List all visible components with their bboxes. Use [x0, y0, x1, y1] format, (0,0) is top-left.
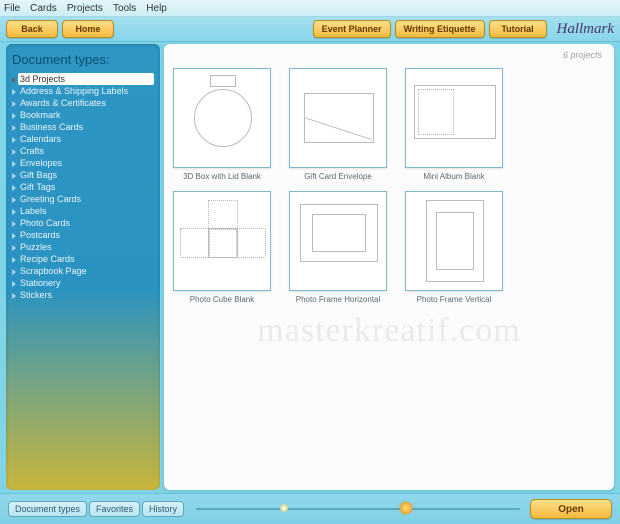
content-panel: 6 projects 3D Box with Lid Blank Gift Car…	[164, 44, 614, 490]
sidebar-item[interactable]: 3d Projects	[18, 73, 154, 85]
sidebar-item[interactable]: Gift Tags	[18, 181, 154, 193]
project-tile[interactable]: Photo Cube Blank	[174, 191, 270, 304]
tab-document-types[interactable]: Document types	[8, 501, 87, 517]
sidebar-item[interactable]: Scrapbook Page	[18, 265, 154, 277]
project-tile[interactable]: Photo Frame Horizontal	[290, 191, 386, 304]
project-label: Gift Card Envelope	[304, 172, 372, 181]
tab-favorites[interactable]: Favorites	[89, 501, 140, 517]
sidebar-item[interactable]: Photo Cards	[18, 217, 154, 229]
project-thumbnail	[173, 68, 271, 168]
project-tile[interactable]: Gift Card Envelope	[290, 68, 386, 181]
project-label: Photo Frame Vertical	[417, 295, 492, 304]
sidebar-item[interactable]: Awards & Certificates	[18, 97, 154, 109]
brand-logo: Hallmark	[557, 21, 615, 38]
back-button[interactable]: Back	[6, 20, 58, 38]
sidebar-item[interactable]: Calendars	[18, 133, 154, 145]
watermark: masterkreatif.com	[164, 312, 614, 350]
sidebar-item[interactable]: Address & Shipping Labels	[18, 85, 154, 97]
sidebar: Document types: 3d ProjectsAddress & Shi…	[6, 44, 160, 490]
project-label: Mini Album Blank	[423, 172, 484, 181]
slider-track	[196, 508, 520, 510]
project-tile[interactable]: Photo Frame Vertical	[406, 191, 502, 304]
project-tile[interactable]: 3D Box with Lid Blank	[174, 68, 270, 181]
sidebar-item[interactable]: Gift Bags	[18, 169, 154, 181]
home-button[interactable]: Home	[62, 20, 114, 38]
project-label: Photo Cube Blank	[190, 295, 255, 304]
project-count: 6 projects	[563, 50, 602, 60]
menu-file[interactable]: File	[4, 3, 20, 14]
project-thumbnail	[405, 68, 503, 168]
tab-history[interactable]: History	[142, 501, 184, 517]
menu-tools[interactable]: Tools	[113, 3, 136, 14]
sidebar-item[interactable]: Labels	[18, 205, 154, 217]
menu-cards[interactable]: Cards	[30, 3, 57, 14]
toolbar: Back Home Event Planner Writing Etiquett…	[0, 17, 620, 42]
footer: Document types Favorites History Open	[0, 493, 620, 524]
sidebar-item[interactable]: Greeting Cards	[18, 193, 154, 205]
open-button[interactable]: Open	[530, 499, 612, 519]
sidebar-item[interactable]: Crafts	[18, 145, 154, 157]
sidebar-item[interactable]: Postcards	[18, 229, 154, 241]
tutorial-button[interactable]: Tutorial	[489, 20, 547, 38]
sidebar-title: Document types:	[12, 52, 154, 67]
project-label: Photo Frame Horizontal	[296, 295, 380, 304]
project-thumbnail	[289, 191, 387, 291]
event-planner-button[interactable]: Event Planner	[313, 20, 391, 38]
sidebar-item[interactable]: Envelopes	[18, 157, 154, 169]
sidebar-item[interactable]: Business Cards	[18, 121, 154, 133]
sidebar-item[interactable]: Stickers	[18, 289, 154, 301]
sidebar-item[interactable]: Bookmark	[18, 109, 154, 121]
project-tile[interactable]: Mini Album Blank	[406, 68, 502, 181]
zoom-slider[interactable]	[196, 506, 520, 512]
menu-projects[interactable]: Projects	[67, 3, 103, 14]
menu-help[interactable]: Help	[146, 3, 167, 14]
sidebar-item[interactable]: Puzzles	[18, 241, 154, 253]
project-label: 3D Box with Lid Blank	[183, 172, 261, 181]
project-thumbnail	[289, 68, 387, 168]
project-thumbnail	[173, 191, 271, 291]
project-thumbnail	[405, 191, 503, 291]
sidebar-item[interactable]: Recipe Cards	[18, 253, 154, 265]
slider-marker	[280, 504, 288, 512]
writing-etiquette-button[interactable]: Writing Etiquette	[395, 20, 485, 38]
menubar: File Cards Projects Tools Help	[0, 0, 620, 17]
slider-thumb[interactable]	[400, 502, 412, 514]
sidebar-item[interactable]: Stationery	[18, 277, 154, 289]
